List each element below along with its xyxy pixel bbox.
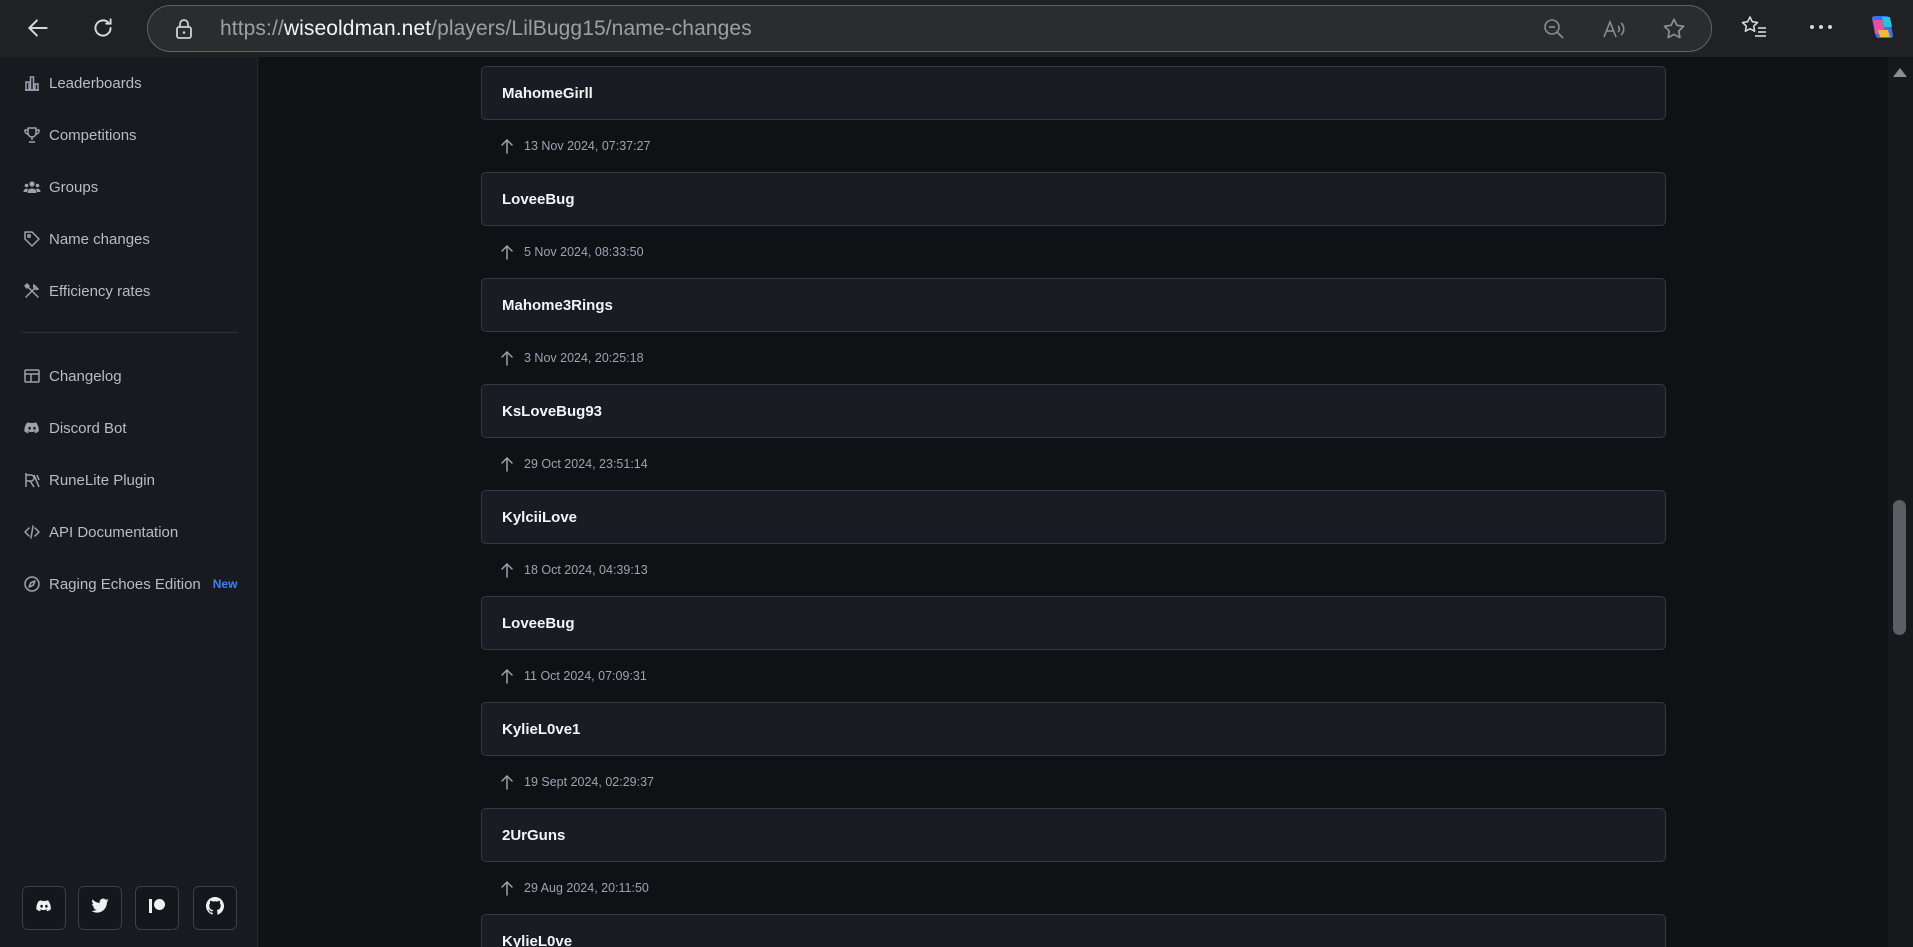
discord-icon (23, 419, 41, 437)
name-change-date: 19 Sept 2024, 02:29:37 (524, 775, 654, 789)
sidebar-item-runelite-plugin[interactable]: RuneLite Plugin (0, 460, 258, 500)
name-change-card[interactable]: LoveeBug (481, 172, 1666, 226)
sidebar-item-raging-echoes-edition[interactable]: Raging Echoes Edition New (0, 564, 258, 604)
sidebar-item-leaderboards[interactable]: Leaderboards (0, 63, 258, 103)
scroll-up-arrow-icon[interactable] (1893, 68, 1907, 77)
bar-chart-icon (23, 74, 41, 92)
sidebar-item-label: Raging Echoes Edition (49, 575, 201, 593)
sidebar-item-discord-bot[interactable]: Discord Bot (0, 408, 258, 448)
github-link-button[interactable] (193, 886, 237, 930)
tag-icon (23, 230, 41, 248)
name-change-date: 29 Oct 2024, 23:51:14 (524, 457, 648, 471)
name-change-card[interactable]: Mahome3Rings (481, 278, 1666, 332)
sidebar-item-label: API Documentation (49, 523, 179, 541)
sidebar-item-label: Changelog (49, 367, 122, 385)
name-change-date-row: 19 Sept 2024, 02:29:37 (500, 772, 654, 792)
name-change-date: 29 Aug 2024, 20:11:50 (524, 881, 649, 895)
address-bar[interactable]: https://wiseoldman.net/players/LilBugg15… (147, 5, 1712, 52)
users-icon (23, 178, 41, 196)
sidebar-item-label: RuneLite Plugin (49, 471, 155, 489)
name-change-card[interactable]: LoveeBug (481, 596, 1666, 650)
more-options-icon[interactable] (1806, 12, 1836, 42)
name-change-card[interactable]: MahomeGirll (481, 66, 1666, 120)
name-change-date-row: 11 Oct 2024, 07:09:31 (500, 666, 647, 686)
arrow-up-icon (500, 456, 514, 472)
runelite-icon (23, 471, 41, 489)
layout-icon (23, 367, 41, 385)
lock-icon[interactable] (174, 18, 194, 40)
discord-link-button[interactable] (22, 886, 66, 930)
favorites-list-icon[interactable] (1739, 12, 1769, 42)
name-change-date: 18 Oct 2024, 04:39:13 (524, 563, 648, 577)
discord-icon (34, 897, 54, 920)
name-changes-list: MahomeGirll 13 Nov 2024, 07:37:27 LoveeB… (259, 57, 1888, 947)
name-change-date: 5 Nov 2024, 08:33:50 (524, 245, 644, 259)
sidebar-item-label: Discord Bot (49, 419, 127, 437)
twitter-icon (91, 898, 109, 919)
arrow-up-icon (500, 562, 514, 578)
arrow-up-icon (500, 244, 514, 260)
read-aloud-icon[interactable] (1601, 16, 1627, 42)
patreon-link-button[interactable] (135, 886, 179, 930)
arrow-up-icon (500, 774, 514, 790)
github-icon (206, 896, 224, 920)
browser-toolbar: https://wiseoldman.net/players/LilBugg15… (0, 0, 1913, 57)
copilot-icon[interactable] (1867, 12, 1897, 42)
refresh-icon[interactable] (86, 11, 120, 45)
name-change-card[interactable]: 2UrGuns (481, 808, 1666, 862)
sidebar-item-api-documentation[interactable]: API Documentation (0, 512, 258, 552)
zoom-out-icon[interactable] (1541, 16, 1567, 42)
name-change-date-row: 5 Nov 2024, 08:33:50 (500, 242, 644, 262)
name-change-date: 11 Oct 2024, 07:09:31 (524, 669, 647, 683)
scrollbar-thumb[interactable] (1893, 500, 1906, 635)
sidebar-item-groups[interactable]: Groups (0, 167, 258, 207)
url-path: /players/LilBugg15/name-changes (431, 17, 752, 40)
sidebar-item-label: Groups (49, 178, 99, 196)
url-host: wiseoldman.net (283, 17, 432, 40)
name-change-date: 13 Nov 2024, 07:37:27 (524, 139, 651, 153)
trophy-icon (23, 126, 41, 144)
new-badge: New (212, 577, 238, 591)
sidebar-divider (22, 332, 238, 333)
name-change-date: 3 Nov 2024, 20:25:18 (524, 351, 644, 365)
sidebar-item-label: Competitions (49, 126, 137, 144)
name-change-card[interactable]: KylieL0ve1 (481, 702, 1666, 756)
compass-icon (23, 575, 41, 593)
url-text[interactable]: https://wiseoldman.net/players/LilBugg15… (220, 17, 752, 41)
sidebar-item-changelog[interactable]: Changelog (0, 356, 258, 396)
arrow-up-icon (500, 350, 514, 366)
name-change-date-row: 29 Aug 2024, 20:11:50 (500, 878, 649, 898)
sidebar-item-efficiency-rates[interactable]: Efficiency rates (0, 271, 258, 311)
name-change-card[interactable]: KylieL0ve (481, 914, 1666, 947)
name-change-card[interactable]: KsLoveBug93 (481, 384, 1666, 438)
url-prefix: https:// (220, 17, 284, 40)
sidebar-item-label: Efficiency rates (49, 282, 151, 300)
code-icon (23, 523, 41, 541)
sidebar: Leaderboards Competitions Groups Name ch… (0, 57, 258, 947)
arrow-up-icon (500, 880, 514, 896)
patreon-icon (148, 898, 166, 919)
sidebar-item-name-changes[interactable]: Name changes (0, 219, 258, 259)
name-change-date-row: 13 Nov 2024, 07:37:27 (500, 136, 651, 156)
name-change-date-row: 29 Oct 2024, 23:51:14 (500, 454, 648, 474)
sidebar-item-label: Leaderboards (49, 74, 142, 92)
favorite-star-icon[interactable] (1661, 16, 1687, 42)
name-change-date-row: 18 Oct 2024, 04:39:13 (500, 560, 648, 580)
name-change-card[interactable]: KylciiLove (481, 490, 1666, 544)
name-change-date-row: 3 Nov 2024, 20:25:18 (500, 348, 644, 368)
arrow-up-icon (500, 138, 514, 154)
twitter-link-button[interactable] (78, 886, 122, 930)
sidebar-item-competitions[interactable]: Competitions (0, 115, 258, 155)
tools-icon (23, 282, 41, 300)
arrow-up-icon (500, 668, 514, 684)
sidebar-item-label: Name changes (49, 230, 150, 248)
back-arrow-icon[interactable] (21, 11, 55, 45)
